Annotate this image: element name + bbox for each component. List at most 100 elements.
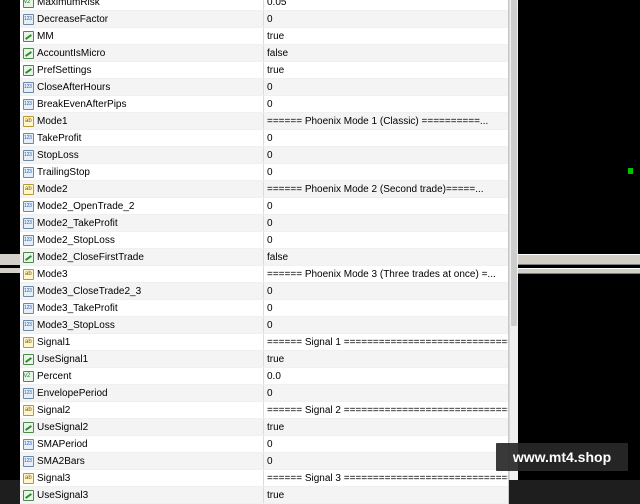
parameter-value[interactable]: ====== Signal 3 ========================…: [264, 473, 508, 484]
parameter-value[interactable]: false: [264, 48, 508, 59]
parameter-value[interactable]: 0: [264, 456, 508, 467]
parameter-value[interactable]: true: [264, 31, 508, 42]
parameter-row[interactable]: BreakEvenAfterPips 0: [20, 96, 508, 113]
parameter-value[interactable]: false: [264, 252, 508, 263]
boolean-type-icon: [23, 47, 34, 59]
parameter-row[interactable]: Mode2_OpenTrade_2 0: [20, 198, 508, 215]
background-chart-left: [0, 0, 20, 480]
parameter-row[interactable]: Signal3 ====== Signal 3 =================…: [20, 470, 508, 487]
parameter-row[interactable]: Mode2_CloseFirstTrade false: [20, 249, 508, 266]
integer-type-icon: [23, 387, 34, 399]
parameter-name-cell: Mode3_TakeProfit: [20, 300, 264, 316]
double-type-icon: [23, 370, 34, 382]
integer-type-icon: [23, 319, 34, 331]
parameter-value[interactable]: ====== Signal 1 ========================…: [264, 337, 508, 348]
parameter-row[interactable]: Mode1 ====== Phoenix Mode 1 (Classic) ===…: [20, 113, 508, 130]
boolean-type-icon: [23, 64, 34, 76]
parameter-row[interactable]: Mode3_StopLoss 0: [20, 317, 508, 334]
parameter-row[interactable]: Mode3_TakeProfit 0: [20, 300, 508, 317]
parameter-row[interactable]: SMAPeriod 0: [20, 436, 508, 453]
parameter-row[interactable]: Signal2 ====== Signal 2 =================…: [20, 402, 508, 419]
parameter-value[interactable]: ====== Phoenix Mode 1 (Classic) ========…: [264, 116, 508, 127]
parameter-value[interactable]: true: [264, 354, 508, 365]
parameter-value[interactable]: 0: [264, 303, 508, 314]
parameter-value[interactable]: ====== Signal 2 ========================…: [264, 405, 508, 416]
boolean-type-icon: [23, 421, 34, 433]
parameter-value[interactable]: true: [264, 422, 508, 433]
parameter-name-cell: StopLoss: [20, 147, 264, 163]
parameter-value[interactable]: 0: [264, 235, 508, 246]
scrollbar-thumb[interactable]: [511, 0, 517, 326]
parameter-name-cell: Signal1: [20, 334, 264, 350]
parameter-name-cell: MaximumRisk: [20, 0, 264, 10]
parameter-value[interactable]: 0: [264, 99, 508, 110]
parameter-value[interactable]: 0: [264, 388, 508, 399]
parameter-name-cell: MM: [20, 28, 264, 44]
parameter-value[interactable]: true: [264, 490, 508, 501]
integer-type-icon: [23, 455, 34, 467]
parameter-row[interactable]: Mode3 ====== Phoenix Mode 3 (Three trades…: [20, 266, 508, 283]
parameter-value[interactable]: 0: [264, 286, 508, 297]
parameter-row[interactable]: CloseAfterHours 0: [20, 79, 508, 96]
parameter-row[interactable]: UseSignal1 true: [20, 351, 508, 368]
parameter-name-cell: Mode2_CloseFirstTrade: [20, 249, 264, 265]
parameter-value[interactable]: ====== Phoenix Mode 2 (Second trade)====…: [264, 184, 508, 195]
vertical-scrollbar[interactable]: [509, 0, 518, 480]
parameter-value[interactable]: 0: [264, 320, 508, 331]
integer-type-icon: [23, 200, 34, 212]
boolean-type-icon: [23, 489, 34, 501]
integer-type-icon: [23, 98, 34, 110]
parameter-row[interactable]: Mode2_StopLoss 0: [20, 232, 508, 249]
parameter-value[interactable]: 0: [264, 150, 508, 161]
parameter-row[interactable]: PrefSettings true: [20, 62, 508, 79]
parameter-row[interactable]: Mode2 ====== Phoenix Mode 2 (Second trade…: [20, 181, 508, 198]
parameter-name-cell: AccountIsMicro: [20, 45, 264, 61]
parameter-value[interactable]: 0: [264, 218, 508, 229]
string-type-icon: [23, 183, 34, 195]
parameter-name: TrailingStop: [37, 166, 90, 178]
parameter-value[interactable]: 0: [264, 439, 508, 450]
string-type-icon: [23, 472, 34, 484]
parameter-row[interactable]: TakeProfit 0: [20, 130, 508, 147]
parameter-name-cell: Mode2_StopLoss: [20, 232, 264, 248]
parameter-value[interactable]: ====== Phoenix Mode 3 (Three trades at o…: [264, 269, 508, 280]
parameter-name-cell: PrefSettings: [20, 62, 264, 78]
parameter-name: AccountIsMicro: [37, 47, 106, 59]
parameter-name: Mode2_OpenTrade_2: [37, 200, 135, 212]
parameter-name: MM: [37, 30, 54, 42]
parameter-value[interactable]: 0: [264, 167, 508, 178]
parameter-value[interactable]: true: [264, 65, 508, 76]
parameter-name: Signal3: [37, 472, 71, 484]
parameter-name-cell: SMAPeriod: [20, 436, 264, 452]
parameter-value[interactable]: 0.05: [264, 0, 508, 8]
parameter-row[interactable]: Mode2_TakeProfit 0: [20, 215, 508, 232]
parameter-row[interactable]: Percent 0.0: [20, 368, 508, 385]
parameter-row[interactable]: MM true: [20, 28, 508, 45]
parameter-name: UseSignal1: [37, 353, 89, 365]
parameter-row[interactable]: MaximumRisk 0.05: [20, 0, 508, 11]
parameter-row[interactable]: EnvelopePeriod 0: [20, 385, 508, 402]
parameter-row[interactable]: SMA2Bars 0: [20, 453, 508, 470]
watermark: www.mt4.shop: [496, 443, 628, 471]
string-type-icon: [23, 268, 34, 280]
integer-type-icon: [23, 166, 34, 178]
chart-separator: [0, 268, 20, 273]
parameter-row[interactable]: DecreaseFactor 0: [20, 11, 508, 28]
parameter-value[interactable]: 0: [264, 14, 508, 25]
parameter-value[interactable]: 0: [264, 133, 508, 144]
parameter-row[interactable]: Mode3_CloseTrade2_3 0: [20, 283, 508, 300]
parameter-value[interactable]: 0.0: [264, 371, 508, 382]
parameter-row[interactable]: UseSignal2 true: [20, 419, 508, 436]
parameter-value[interactable]: 0: [264, 201, 508, 212]
parameter-row[interactable]: AccountIsMicro false: [20, 45, 508, 62]
parameter-row[interactable]: TrailingStop 0: [20, 164, 508, 181]
parameter-row[interactable]: UseSignal3 true: [20, 487, 508, 504]
parameter-name-cell: SMA2Bars: [20, 453, 264, 469]
string-type-icon: [23, 404, 34, 416]
chart-candle: [628, 168, 633, 174]
parameter-row[interactable]: Signal1 ====== Signal 1 =================…: [20, 334, 508, 351]
parameter-value[interactable]: 0: [264, 82, 508, 93]
parameter-name-cell: UseSignal1: [20, 351, 264, 367]
integer-type-icon: [23, 13, 34, 25]
parameter-row[interactable]: StopLoss 0: [20, 147, 508, 164]
